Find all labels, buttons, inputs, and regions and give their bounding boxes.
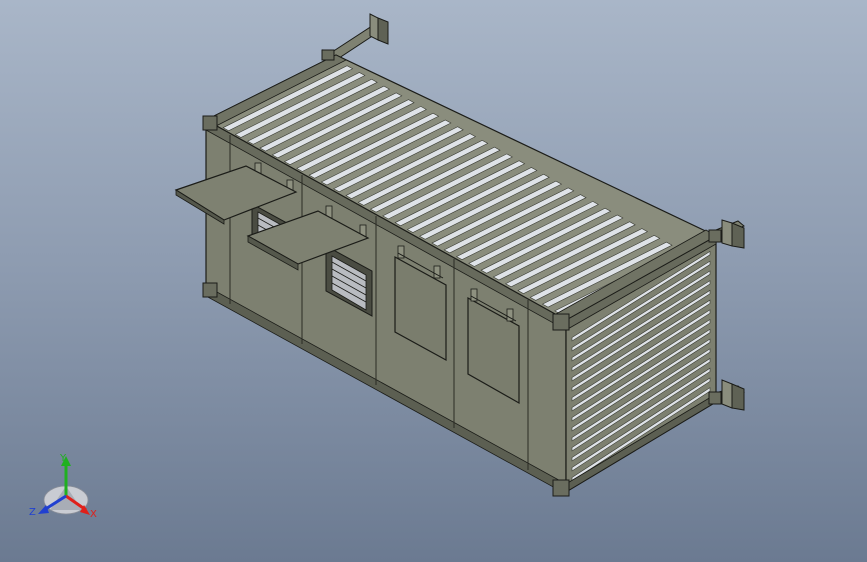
cad-viewport[interactable]: Y X Z xyxy=(0,0,867,562)
model-canvas[interactable]: Y X Z xyxy=(0,0,867,562)
y-axis-label: Y xyxy=(59,453,67,464)
coordinate-triad[interactable]: Y X Z xyxy=(29,453,97,520)
z-axis-label: Z xyxy=(29,507,36,518)
x-axis-label: X xyxy=(90,509,97,520)
right-mount-brackets xyxy=(715,219,745,411)
